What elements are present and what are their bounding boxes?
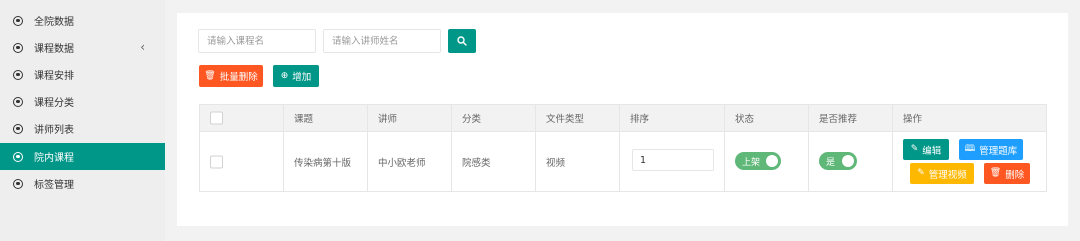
switch-knob — [842, 155, 854, 167]
sidebar-item-course-data[interactable]: 课程数据 ‹ — [0, 34, 165, 61]
select-all-checkbox[interactable] — [210, 111, 223, 125]
sidebar-item-hospital-data[interactable]: 全院数据 — [0, 7, 165, 34]
manage-questions-button[interactable]: 🕮 管理题库 — [959, 139, 1023, 160]
circle-dot-icon — [13, 42, 23, 53]
cell-teacher: 中小欧老师 — [378, 157, 426, 169]
header-sort: 排序 — [630, 114, 650, 125]
circle-dot-icon — [13, 69, 23, 80]
search-button[interactable] — [448, 29, 476, 53]
manage-video-label: 管理视频 — [928, 169, 967, 181]
cell-file-type: 视频 — [546, 157, 566, 169]
header-teacher: 讲师 — [378, 114, 398, 125]
circle-dot-icon — [13, 96, 23, 107]
circle-dot-icon — [13, 123, 23, 134]
sidebar-item-teacher-list[interactable]: 讲师列表 — [0, 115, 165, 142]
edit-button[interactable]: ✎ 编辑 — [903, 139, 949, 160]
teacher-name-input[interactable] — [323, 29, 441, 53]
switch-knob — [766, 155, 778, 167]
manage-questions-label: 管理题库 — [979, 145, 1018, 157]
status-switch[interactable]: 上架 — [735, 152, 781, 170]
circle-dot-icon — [13, 15, 23, 26]
header-status: 状态 — [735, 114, 755, 125]
header-recommend: 是否推荐 — [819, 114, 858, 125]
circle-dot-icon — [13, 178, 23, 189]
pencil-icon: ✎ — [910, 144, 919, 154]
sidebar-item-label: 课程数据 — [34, 44, 74, 55]
sidebar-item-label: 课程分类 — [34, 98, 74, 109]
row-checkbox[interactable] — [210, 155, 223, 168]
delete-button[interactable]: 🗑 删除 — [984, 163, 1030, 184]
sidebar-item-course-category[interactable]: 课程分类 — [0, 88, 165, 115]
edit-label: 编辑 — [922, 145, 942, 157]
trash-icon: 🗑 — [989, 168, 1002, 178]
add-button[interactable]: ⊕ 增加 — [273, 65, 319, 87]
header-actions: 操作 — [903, 114, 923, 125]
sidebar-item-course-schedule[interactable]: 课程安排 — [0, 61, 165, 88]
batch-delete-button[interactable]: 🗑 批量删除 — [199, 65, 263, 87]
course-table: 课题 讲师 分类 文件类型 排序 状态 是否推荐 操作 传染病第十版 中小欧老师… — [199, 104, 1047, 192]
book-icon: 🕮 — [964, 144, 976, 154]
header-title: 课题 — [294, 114, 314, 125]
chevron-left-icon[interactable]: ‹ — [140, 40, 145, 54]
cell-category: 院感类 — [462, 157, 491, 169]
sidebar-item-label: 标签管理 — [34, 180, 74, 191]
table-row: 传染病第十版 中小欧老师 院感类 视频 上架 — [200, 132, 1046, 191]
delete-label: 删除 — [1005, 169, 1025, 181]
sidebar-item-internal-courses[interactable]: 院内课程 — [0, 143, 165, 170]
trash-icon: 🗑 — [204, 70, 216, 81]
sidebar: 全院数据 课程数据 ‹ 课程安排 课程分类 讲师列表 院内课程 标签管理 — [0, 0, 165, 241]
header-file-type: 文件类型 — [546, 114, 585, 125]
sidebar-item-label: 讲师列表 — [34, 125, 74, 136]
sidebar-item-label: 全院数据 — [34, 17, 74, 28]
sidebar-item-tag-management[interactable]: 标签管理 — [0, 170, 165, 197]
status-switch-label: 上架 — [742, 157, 761, 168]
pencil-icon: ✎ — [917, 168, 925, 178]
circle-dot-icon — [13, 151, 23, 162]
cell-title: 传染病第十版 — [294, 157, 352, 169]
sidebar-item-label: 院内课程 — [34, 153, 74, 164]
content-panel: 🗑 批量删除 ⊕ 增加 课题 讲师 分类 — [177, 13, 1068, 226]
course-name-input[interactable] — [198, 29, 316, 53]
batch-delete-label: 批量删除 — [219, 72, 258, 83]
sort-input[interactable] — [632, 149, 714, 171]
table-header: 课题 讲师 分类 文件类型 排序 状态 是否推荐 操作 — [200, 105, 1046, 132]
main-content: 🗑 批量删除 ⊕ 增加 课题 讲师 分类 — [165, 0, 1080, 241]
add-label: 增加 — [292, 72, 312, 83]
manage-video-button[interactable]: ✎ 管理视频 — [910, 163, 974, 184]
sidebar-item-label: 课程安排 — [34, 71, 74, 82]
search-icon — [457, 36, 467, 46]
recommend-switch-label: 是 — [826, 157, 836, 168]
recommend-switch[interactable]: 是 — [819, 152, 857, 170]
plus-circle-icon: ⊕ — [280, 70, 289, 81]
header-category: 分类 — [462, 114, 482, 125]
